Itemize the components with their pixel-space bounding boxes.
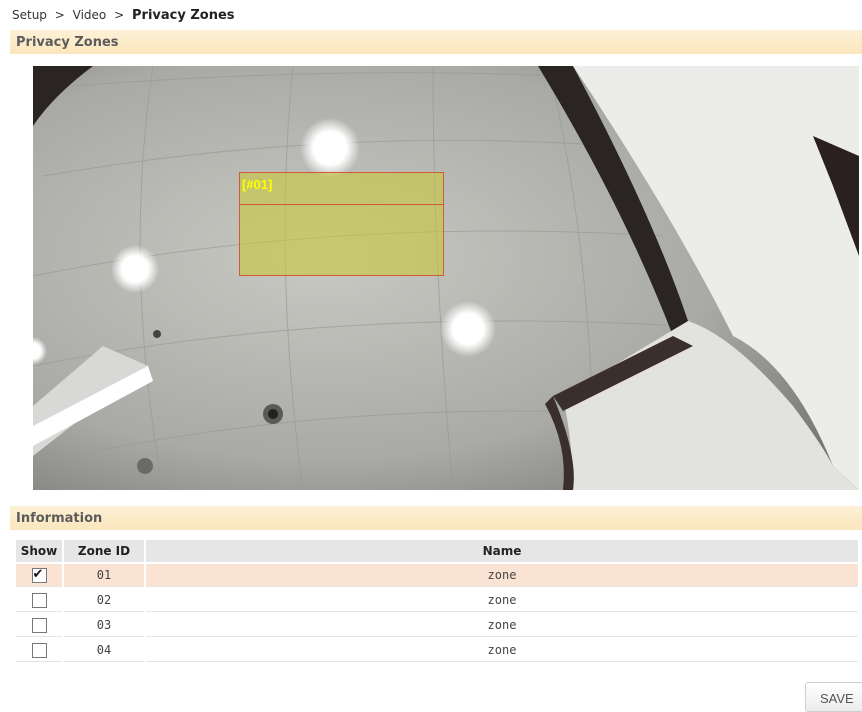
breadcrumb: Setup > Video > Privacy Zones xyxy=(12,8,235,23)
breadcrumb-separator: > xyxy=(114,8,125,22)
breadcrumb-current: Privacy Zones xyxy=(132,8,235,23)
table-row[interactable]: 04 zone xyxy=(16,639,858,662)
table-header-row: Show Zone ID Name xyxy=(16,540,858,562)
information-header: Information xyxy=(10,506,862,530)
zone-name-cell[interactable]: zone xyxy=(146,564,858,587)
zone-name-cell[interactable]: zone xyxy=(146,589,858,612)
privacy-zone-header: [#01] xyxy=(240,173,443,205)
show-cell xyxy=(16,639,62,662)
column-header-show: Show xyxy=(16,540,62,562)
show-cell xyxy=(16,589,62,612)
privacy-zones-title: Privacy Zones xyxy=(16,35,119,50)
breadcrumb-separator: > xyxy=(54,8,65,22)
video-preview[interactable]: [#01] xyxy=(33,66,859,490)
table-row[interactable]: ✔ 01 zone xyxy=(16,564,858,587)
show-checkbox[interactable] xyxy=(31,617,47,633)
breadcrumb-item-video[interactable]: Video xyxy=(73,8,107,22)
column-header-zone-id: Zone ID xyxy=(64,540,144,562)
table-row[interactable]: 02 zone xyxy=(16,589,858,612)
zone-name-cell[interactable]: zone xyxy=(146,639,858,662)
show-cell xyxy=(16,614,62,637)
privacy-zone-01[interactable]: [#01] xyxy=(239,172,444,276)
zones-table: Show Zone ID Name ✔ 01 zone 02 zone 03 z… xyxy=(14,538,860,664)
show-checkbox[interactable] xyxy=(31,642,47,658)
privacy-zone-label: [#01] xyxy=(242,177,273,192)
zone-id-cell: 01 xyxy=(64,564,144,587)
column-header-name: Name xyxy=(146,540,858,562)
zone-id-cell: 02 xyxy=(64,589,144,612)
breadcrumb-item-setup[interactable]: Setup xyxy=(12,8,47,22)
show-checkbox[interactable]: ✔ xyxy=(31,566,47,583)
camera-image xyxy=(33,66,859,490)
privacy-zones-header: Privacy Zones xyxy=(10,30,862,54)
table-row[interactable]: 03 zone xyxy=(16,614,858,637)
information-title: Information xyxy=(16,511,103,526)
checkmark-icon: ✔ xyxy=(32,566,44,582)
zone-id-cell: 04 xyxy=(64,639,144,662)
show-cell: ✔ xyxy=(16,564,62,587)
zone-id-cell: 03 xyxy=(64,614,144,637)
show-checkbox[interactable] xyxy=(31,592,47,608)
zone-name-cell[interactable]: zone xyxy=(146,614,858,637)
